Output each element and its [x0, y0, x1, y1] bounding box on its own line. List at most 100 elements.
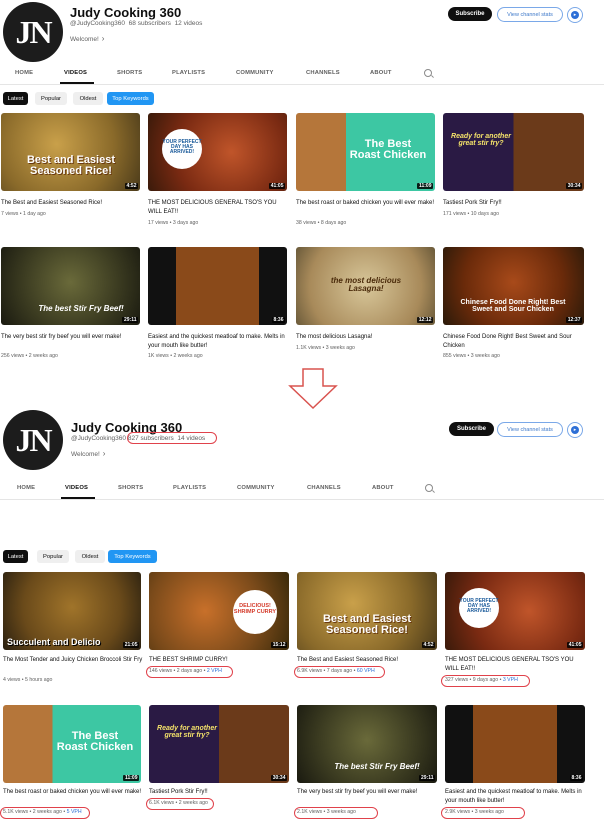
video-thumbnail[interactable]: Ready for another great stir fry? 30:34 [149, 705, 289, 783]
video-thumbnail[interactable]: Best and Easiest Seasoned Rice! 4:52 [297, 572, 437, 650]
subscribe-button[interactable]: Subscribe [449, 422, 494, 436]
video-thumbnail[interactable]: YOUR PERFECT DAY HAS ARRIVED! 41:05 [148, 113, 287, 191]
view-channel-stats-button[interactable]: View channel stats [497, 422, 563, 437]
video-title[interactable]: THE MOST DELICIOUS GENERAL TSO'S YOU WIL… [148, 199, 288, 217]
video-title[interactable]: The Best and Easiest Seasoned Rice! [297, 656, 437, 665]
video-title[interactable]: Tastiest Pork Stir Fry!! [443, 199, 583, 208]
tab-home[interactable]: HOME [15, 70, 33, 76]
thumbnail-text: DELICIOUS! SHRIMP CURRY [233, 590, 277, 634]
video-meta: 1K views • 2 weeks ago [148, 353, 203, 359]
video-title[interactable]: The most delicious Lasagna! [296, 333, 436, 342]
video-thumbnail[interactable]: Chinese Food Done Right! Best Sweet and … [443, 247, 584, 325]
extension-button[interactable]: ▸ [567, 7, 583, 23]
video-title[interactable]: The Best and Easiest Seasoned Rice! [1, 199, 141, 208]
search-icon[interactable] [425, 484, 433, 492]
chevron-right-icon: › [102, 449, 106, 458]
video-title[interactable]: The best roast or baked chicken you will… [3, 788, 143, 797]
video-meta: 256 views • 2 weeks ago [1, 353, 58, 359]
video-duration: 15:12 [271, 642, 287, 648]
video-duration: 11:09 [417, 183, 433, 189]
chip-oldest[interactable]: Oldest [75, 550, 105, 563]
video-thumbnail[interactable]: The Best Roast Chicken 11:09 [3, 705, 141, 783]
tab-about[interactable]: ABOUT [370, 70, 392, 76]
tab-channels[interactable]: CHANNELS [306, 70, 340, 76]
chip-popular[interactable]: Popular [35, 92, 67, 105]
thumbnail-text: The best Stir Fry Beef! [38, 304, 124, 313]
channel-handle: @JudyCooking360 [70, 20, 126, 27]
search-icon[interactable] [424, 69, 432, 77]
tab-shorts[interactable]: SHORTS [118, 485, 143, 491]
channel-description[interactable]: Welcome! › [70, 34, 104, 43]
chip-popular[interactable]: Popular [37, 550, 69, 563]
highlight-circle [441, 807, 525, 819]
video-title[interactable]: Easiest and the quickest meatloaf to mak… [445, 788, 585, 806]
thumbnail-text: YOUR PERFECT DAY HAS ARRIVED! [162, 129, 202, 169]
chip-latest[interactable]: Latest [3, 550, 28, 563]
tab-shorts[interactable]: SHORTS [117, 70, 142, 76]
video-title[interactable]: The very best stir fry beef you will eve… [1, 333, 141, 342]
video-duration: 41:05 [567, 642, 583, 648]
highlight-circle [0, 807, 90, 819]
chip-oldest[interactable]: Oldest [73, 92, 103, 105]
tab-community[interactable]: COMMUNITY [237, 485, 275, 491]
tab-playlists[interactable]: PLAYLISTS [172, 70, 205, 76]
chip-latest[interactable]: Latest [3, 92, 28, 105]
video-meta: 38 views • 8 days ago [296, 220, 347, 226]
channel-description[interactable]: Welcome! › [71, 449, 105, 458]
tab-playlists[interactable]: PLAYLISTS [173, 485, 206, 491]
video-meta: 17 views • 3 days ago [148, 220, 199, 226]
video-meta: 171 views • 10 days ago [443, 211, 500, 217]
video-meta: 7 views • 1 day ago [1, 211, 46, 217]
extension-icon: ▸ [571, 11, 579, 19]
tab-about[interactable]: ABOUT [372, 485, 394, 491]
video-meta: 1.1K views • 3 weeks ago [296, 345, 355, 351]
thumbnail-text: YOUR PERFECT DAY HAS ARRIVED! [459, 588, 499, 628]
video-thumbnail[interactable]: Ready for another great stir fry? 30:34 [443, 113, 584, 191]
chip-top-keywords[interactable]: Top Keywords [108, 550, 157, 563]
highlight-circle [146, 798, 214, 810]
view-channel-stats-button[interactable]: View channel stats [497, 7, 563, 22]
video-thumbnail[interactable]: the most delicious Lasagna! 12:12 [296, 247, 435, 325]
thumbnail-text: The Best Roast Chicken [349, 138, 427, 161]
thumbnail-text: Ready for another great stir fry? [157, 725, 217, 739]
video-title[interactable]: THE MOST DELICIOUS GENERAL TSO'S YOU WIL… [445, 656, 585, 674]
video-duration: 30:34 [271, 775, 287, 781]
thumbnail-text: Chinese Food Done Right! Best Sweet and … [460, 299, 566, 313]
video-thumbnail[interactable]: Best and Easiest Seasoned Rice! 4:52 [1, 113, 140, 191]
channel-avatar[interactable]: JN [3, 410, 63, 470]
video-title[interactable]: The Most Tender and Juicy Chicken Brocco… [3, 656, 143, 665]
extension-button[interactable]: ▸ [567, 422, 583, 438]
video-duration: 8:36 [569, 775, 583, 781]
video-title[interactable]: Tastiest Pork Stir Fry!! [149, 788, 289, 797]
chip-top-keywords[interactable]: Top Keywords [107, 92, 154, 105]
video-thumbnail[interactable]: DELICIOUS! SHRIMP CURRY 15:12 [149, 572, 289, 650]
tabs-divider [0, 84, 604, 85]
channel-avatar[interactable]: JN [3, 2, 63, 62]
thumbnail-text: Succulent and Delicio [7, 637, 101, 647]
video-title[interactable]: The very best stir fry beef you will eve… [297, 788, 437, 797]
tab-channels[interactable]: CHANNELS [307, 485, 341, 491]
video-thumbnail[interactable]: The best Stir Fry Beef! 29:11 [1, 247, 140, 325]
video-thumbnail[interactable]: YOUR PERFECT DAY HAS ARRIVED! 41:05 [445, 572, 585, 650]
tab-home[interactable]: HOME [17, 485, 35, 491]
video-thumbnail[interactable]: 8:36 [445, 705, 585, 783]
video-duration: 21:05 [123, 642, 139, 648]
subscribe-button[interactable]: Subscribe [448, 7, 492, 21]
tabs-divider [0, 499, 604, 500]
video-thumbnail[interactable]: The best Stir Fry Beef! 29:11 [297, 705, 437, 783]
video-title[interactable]: Easiest and the quickest meatloaf to mak… [148, 333, 288, 351]
video-thumbnail[interactable]: Succulent and Delicio 21:05 [3, 572, 141, 650]
tab-videos[interactable]: VIDEOS [64, 70, 87, 76]
video-title[interactable]: The best roast or baked chicken you will… [296, 199, 436, 208]
video-title[interactable]: Chinese Food Done Right! Best Sweet and … [443, 333, 583, 351]
video-thumbnail[interactable]: The Best Roast Chicken 11:09 [296, 113, 435, 191]
video-title[interactable]: THE BEST SHRIMP CURRY! [149, 656, 289, 665]
down-arrow-icon [288, 368, 338, 410]
tab-community[interactable]: COMMUNITY [236, 70, 274, 76]
thumbnail-text: Best and Easiest Seasoned Rice! [26, 154, 116, 177]
video-meta: 4 views • 5 hours ago [3, 677, 53, 683]
video-thumbnail[interactable]: 8:36 [148, 247, 287, 325]
channel-handle: @JudyCooking360 [71, 435, 127, 442]
tab-videos[interactable]: VIDEOS [65, 485, 88, 491]
video-duration: 30:34 [566, 183, 582, 189]
